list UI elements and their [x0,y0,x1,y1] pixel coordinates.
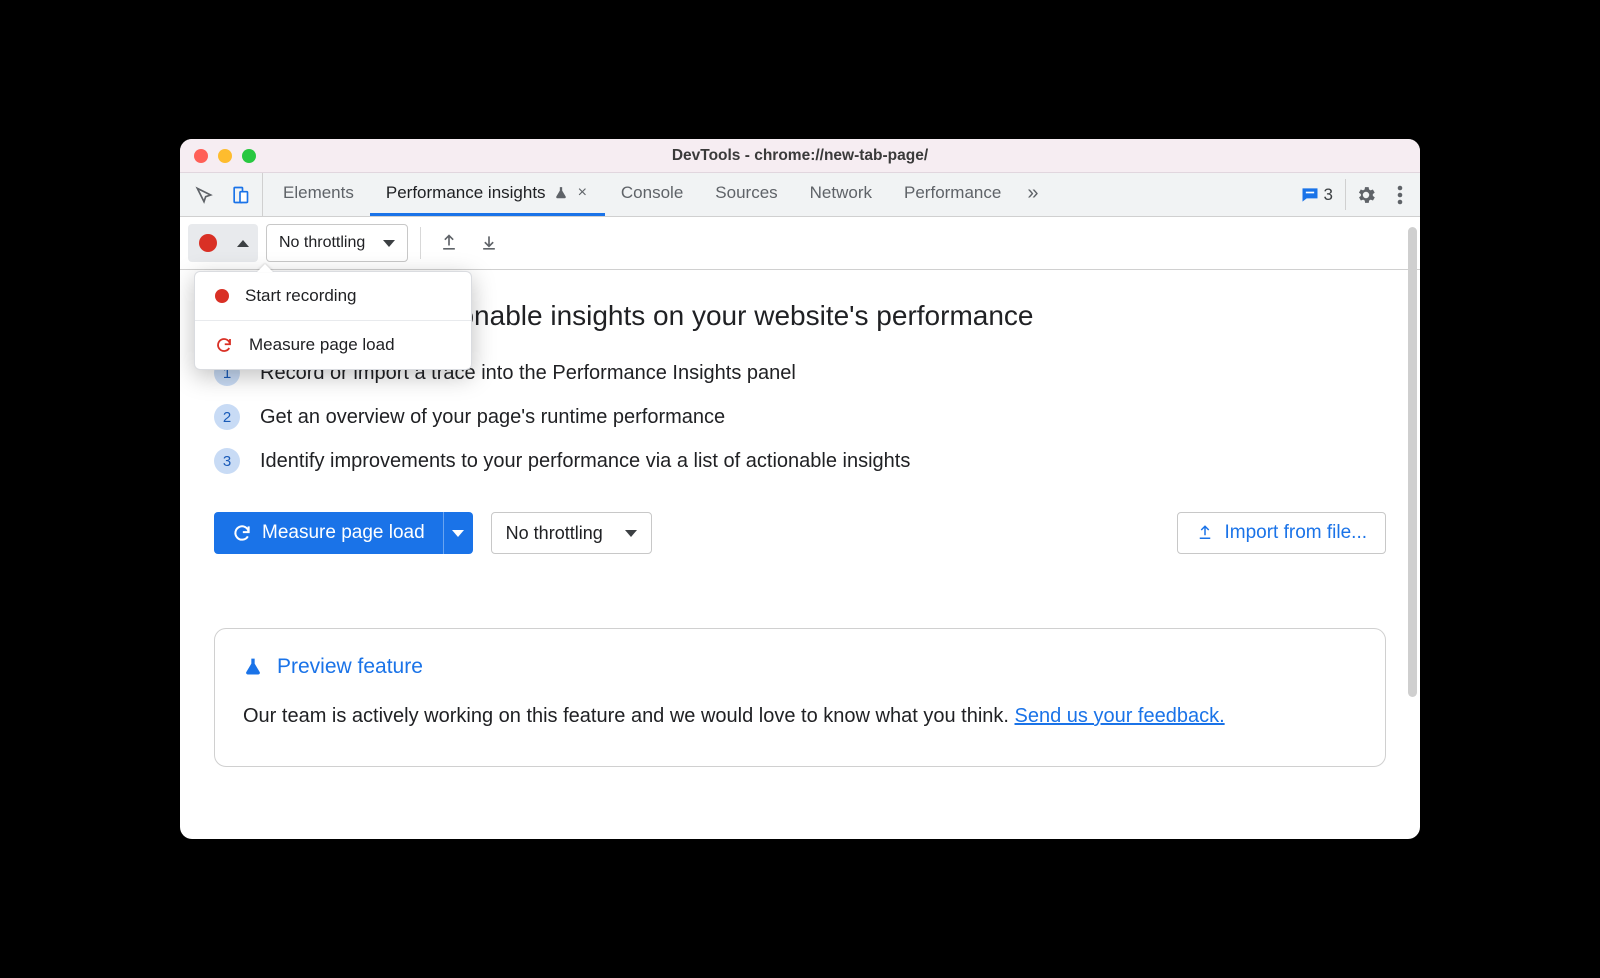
steps-list: 1 Record or import a trace into the Perf… [214,360,1386,474]
caret-up-icon [237,240,249,247]
tab-label: Network [810,183,872,203]
button-label: Measure page load [262,522,425,544]
start-recording-item[interactable]: Start recording [195,272,471,320]
tab-performance[interactable]: Performance [888,173,1017,216]
record-dropdown-menu: Start recording Measure page load [194,271,472,370]
caret-down-icon [625,530,637,537]
record-icon [199,234,217,252]
tab-network[interactable]: Network [794,173,888,216]
throttling-select-secondary[interactable]: No throttling [491,512,652,554]
step-number: 3 [214,448,240,474]
tab-label: Elements [283,183,354,203]
menu-item-label: Start recording [245,286,357,306]
maximize-window-button[interactable] [242,149,256,163]
devtools-tabbar: Elements Performance insights × Console … [180,173,1420,217]
record-icon [215,289,229,303]
record-dropdown-toggle[interactable] [228,224,258,262]
menu-item-label: Measure page load [249,335,395,355]
minimize-window-button[interactable] [218,149,232,163]
close-window-button[interactable] [194,149,208,163]
throttling-label: No throttling [279,234,365,252]
flask-icon [243,655,263,679]
tab-console[interactable]: Console [605,173,699,216]
step-text: Identify improvements to your performanc… [260,450,910,473]
card-body: Our team is actively working on this fea… [243,701,1357,732]
inspect-element-icon[interactable] [188,179,220,211]
tab-label: Performance insights [386,183,546,203]
measure-page-load-split-button: Measure page load [214,512,473,554]
reload-icon [215,336,233,354]
step-text: Get an overview of your page's runtime p… [260,406,725,429]
window-controls [194,149,256,163]
settings-icon[interactable] [1350,179,1382,211]
flask-icon [554,185,568,201]
tab-elements[interactable]: Elements [267,173,370,216]
tab-sources[interactable]: Sources [699,173,793,216]
card-header: Preview feature [243,655,1357,679]
import-from-file-button[interactable]: Import from file... [1177,512,1386,554]
close-tab-icon[interactable]: × [576,184,589,202]
performance-toolbar: No throttling [180,217,1420,270]
tab-label: Console [621,183,683,203]
caret-down-icon [452,530,464,537]
action-row: Measure page load No throttling Import f… [214,512,1386,554]
caret-down-icon [383,240,395,247]
scrollbar-thumb[interactable] [1408,227,1417,697]
measure-dropdown-toggle[interactable] [443,512,473,554]
reload-icon [232,523,252,543]
preview-feature-card: Preview feature Our team is actively wor… [214,628,1386,767]
measure-page-load-button[interactable]: Measure page load [214,512,443,554]
tabs-overflow-button[interactable]: » [1017,173,1048,216]
tab-label: Sources [715,183,777,203]
card-title: Preview feature [277,655,423,679]
throttling-label: No throttling [506,523,603,544]
device-toolbar-icon[interactable] [224,179,256,211]
throttling-select[interactable]: No throttling [266,224,408,262]
feedback-link[interactable]: Send us your feedback. [1015,705,1225,727]
upload-icon [1196,524,1214,542]
titlebar: DevTools - chrome://new-tab-page/ [180,139,1420,173]
tab-label: Performance [904,183,1001,203]
step-3: 3 Identify improvements to your performa… [214,448,1386,474]
messages-button[interactable]: 3 [1292,181,1341,209]
button-label: Import from file... [1224,522,1367,544]
measure-page-load-item[interactable]: Measure page load [195,320,471,369]
window-title: DevTools - chrome://new-tab-page/ [180,147,1420,165]
more-menu-icon[interactable] [1384,179,1416,211]
tab-performance-insights[interactable]: Performance insights × [370,173,605,216]
card-text: Our team is actively working on this fea… [243,705,1015,727]
export-icon[interactable] [433,227,465,259]
import-icon[interactable] [473,227,505,259]
record-split-button [188,224,258,262]
message-icon [1300,185,1320,205]
step-number: 2 [214,404,240,430]
step-2: 2 Get an overview of your page's runtime… [214,404,1386,430]
devtools-window: DevTools - chrome://new-tab-page/ Elemen… [180,139,1420,839]
message-count: 3 [1324,185,1333,205]
record-button[interactable] [188,224,228,262]
